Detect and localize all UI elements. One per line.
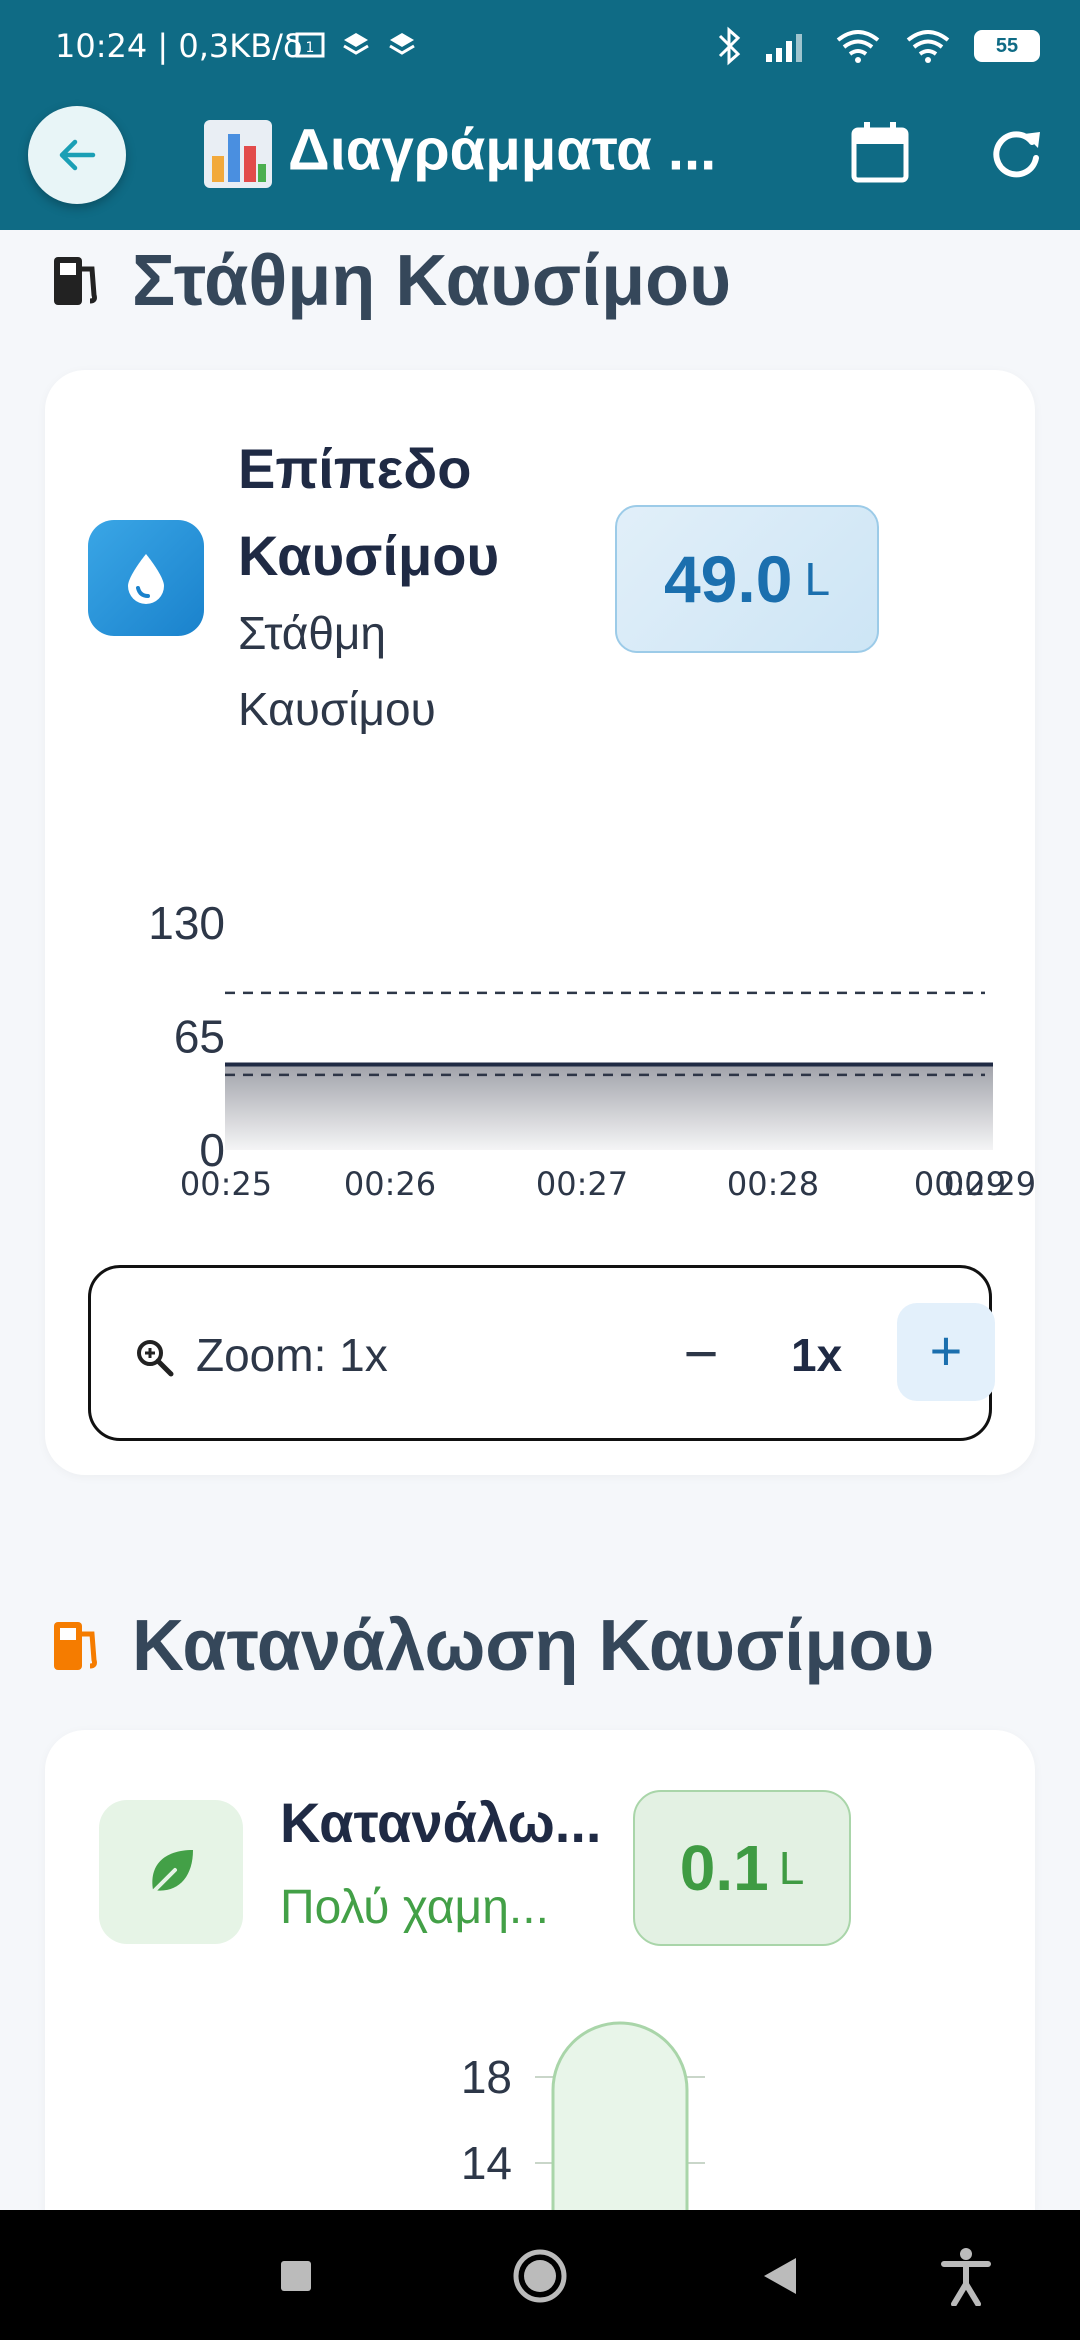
fuel-pump-icon	[54, 257, 97, 305]
zoom-control: Zoom: 1x − 1x +	[88, 1265, 995, 1441]
value-unit: L	[804, 553, 831, 605]
fuel-area	[225, 1064, 993, 1150]
layers-icon	[389, 33, 415, 55]
x-tick-label: 00:27	[536, 1165, 628, 1203]
value-unit: L	[778, 1842, 805, 1894]
calendar-icon	[851, 122, 909, 183]
fuel-level-chart: 06513000:25 00:26 00:27 00:28 00:2900:29	[148, 897, 1035, 1203]
zoom-label: Zoom: 1x	[196, 1329, 388, 1381]
bar-chart-icon	[204, 120, 272, 188]
status-notification-icons: 1	[295, 30, 417, 60]
water-drop-icon	[128, 554, 164, 604]
system-nav-bar	[0, 2210, 1080, 2340]
x-tick-label: 00:25	[180, 1165, 272, 1203]
refresh-button[interactable]	[986, 120, 1046, 186]
y-tick-label: 18	[461, 2051, 512, 2103]
value-number: 0.1	[679, 1832, 769, 1904]
back-arrow-icon	[59, 139, 96, 171]
screen-icon: 1	[295, 32, 325, 58]
leaf-icon	[147, 1850, 193, 1898]
zoom-value: 1x	[791, 1329, 843, 1381]
section-title-text: Στάθμη Καυσίμου	[132, 241, 732, 321]
accessibility-icon[interactable]	[940, 2246, 992, 2306]
fuel-level-value-badge: 49.0 L	[615, 505, 879, 653]
status-time: 10:24 | 0,3KB/δ	[55, 27, 303, 65]
section-title-text: Κατανάλωση Καυσίμου	[132, 1606, 935, 1686]
fuel-level-card: Επίπεδο Καυσίμου Στάθμη Καυσίμου 49.0 L …	[45, 370, 1035, 1475]
zoom-out-button[interactable]: −	[661, 1316, 741, 1396]
layers-icon	[343, 33, 369, 55]
card-title: Κατανάλω...	[280, 1791, 602, 1854]
refresh-icon	[993, 131, 1040, 178]
x-tick-label: 00:28	[727, 1165, 819, 1203]
app-bar: Διαγράμματα ...	[0, 96, 1080, 230]
status-system-icons: 55	[716, 26, 1040, 66]
consumption-value-badge: 0.1 L	[633, 1790, 851, 1946]
bluetooth-icon	[718, 26, 741, 66]
card-subtitle: Πολύ χαμη...	[280, 1881, 549, 1934]
status-bar: 10:24 | 0,3KB/δ 1 55	[0, 0, 1080, 96]
page-title-text: Διαγράμματα ...	[288, 117, 717, 183]
svg-text:1: 1	[306, 40, 315, 56]
signal-icon	[766, 34, 802, 62]
home-button[interactable]	[512, 2248, 568, 2304]
battery-indicator: 55	[974, 30, 1040, 62]
section-title-consumption: Κατανάλωση Καυσίμου	[50, 1605, 934, 1687]
leaf-icon-tile	[99, 1800, 243, 1944]
card-subtitle: Στάθμη Καυσίμου	[238, 607, 436, 735]
calendar-button[interactable]	[850, 120, 916, 186]
back-nav-button[interactable]	[760, 2254, 800, 2298]
fuel-pump-icon	[54, 1622, 97, 1670]
wifi-icon	[836, 30, 880, 63]
x-tick-label: 00:29	[944, 1165, 1035, 1203]
zoom-in-icon	[137, 1340, 174, 1377]
water-drop-icon-tile	[88, 520, 204, 636]
wifi-icon	[906, 30, 950, 63]
page-title: Διαγράμματα ...	[200, 116, 716, 192]
x-tick-label: 00:26	[344, 1165, 436, 1203]
y-tick-label: 14	[461, 2137, 512, 2189]
y-tick-label: 130	[148, 897, 225, 949]
back-button[interactable]	[28, 106, 126, 204]
recents-button[interactable]	[278, 2258, 314, 2294]
zoom-in-button[interactable]: +	[897, 1303, 995, 1401]
y-tick-label: 65	[174, 1011, 225, 1063]
section-title-fuel-level: Στάθμη Καυσίμου	[50, 240, 731, 322]
fuel-consumption-card: Κατανάλω... Πολύ χαμη... 0.1 L 14 18	[45, 1730, 1035, 2250]
card-title: Επίπεδο Καυσίμου	[238, 437, 500, 587]
value-number: 49.0	[663, 542, 793, 616]
